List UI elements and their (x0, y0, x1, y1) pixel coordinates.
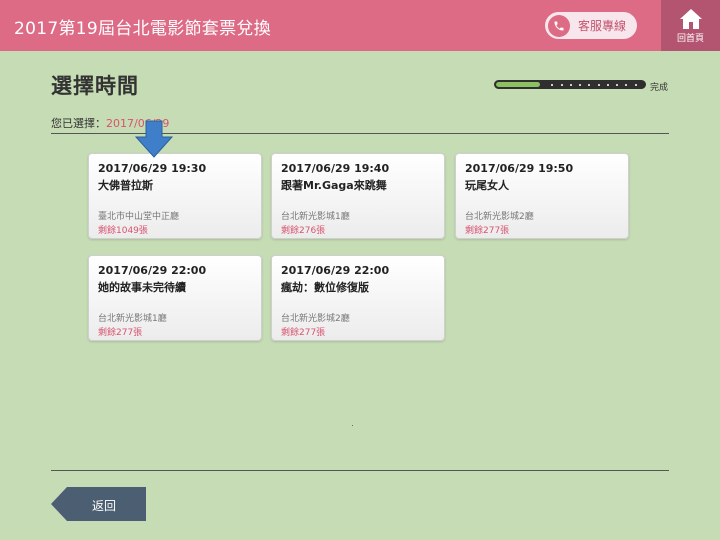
showtime-time: 2017/06/29 19:40 (281, 162, 390, 175)
showtime-card[interactable]: 2017/06/29 19:40 跟著Mr.Gaga來跳舞 台北新光影城1廳 剩… (271, 153, 445, 239)
phone-icon (548, 14, 570, 37)
showtime-venue: 台北新光影城1廳 (98, 314, 167, 324)
progress-label: 完成 (650, 83, 669, 93)
showtime-movie: 她的故事未完待續 (98, 281, 186, 294)
showtime-remaining: 剩餘277張 (281, 328, 326, 338)
showtime-time: 2017/06/29 19:30 (98, 162, 207, 175)
customer-service-label: 客服專線 (578, 19, 627, 33)
showtime-venue: 台北新光影城2廳 (281, 314, 350, 324)
home-icon (679, 9, 702, 29)
showtime-card[interactable]: 2017/06/29 22:00 她的故事未完待續 台北新光影城1廳 剩餘277… (88, 255, 262, 341)
home-button[interactable]: 回首頁 (661, 0, 720, 51)
page-title: 選擇時間 (51, 74, 139, 98)
showtime-venue: 台北新光影城2廳 (465, 212, 534, 222)
selected-prefix: 您已選擇： (51, 117, 106, 130)
showtime-time: 2017/06/29 22:00 (281, 264, 390, 277)
back-button[interactable]: 返回 (51, 487, 146, 521)
arrow-down-icon (135, 120, 173, 158)
top-bar: 2017第19屆台北電影節套票兌換 客服專線 回首頁 (0, 0, 720, 51)
showtime-card[interactable]: 2017/06/29 22:00 瘋劫：數位修復版 台北新光影城2廳 剩餘277… (271, 255, 445, 341)
showtime-venue: 台北新光影城1廳 (281, 212, 350, 222)
showtime-remaining: 剩餘1049張 (98, 226, 148, 236)
showtime-venue: 臺北市中山堂中正廳 (98, 212, 180, 222)
showtime-card[interactable]: 2017/06/29 19:30 大佛普拉斯 臺北市中山堂中正廳 剩餘1049張 (88, 153, 262, 239)
showtime-remaining: 剩餘277張 (98, 328, 143, 338)
showtime-movie: 玩尾女人 (465, 179, 509, 192)
showtime-time: 2017/06/29 19:50 (465, 162, 574, 175)
app-title: 2017第19屆台北電影節套票兌換 (14, 19, 271, 39)
customer-service-button[interactable]: 客服專線 (545, 12, 637, 39)
showtime-time: 2017/06/29 22:00 (98, 264, 207, 277)
showtime-card[interactable]: 2017/06/29 19:50 玩尾女人 台北新光影城2廳 剩餘277張 (455, 153, 629, 239)
progress-bar (494, 80, 646, 89)
home-label: 回首頁 (676, 34, 704, 44)
divider-bottom (51, 470, 669, 471)
showtime-remaining: 剩餘276張 (281, 226, 326, 236)
stray-dot (352, 425, 353, 426)
showtime-movie: 瘋劫：數位修復版 (281, 281, 369, 294)
showtime-movie: 大佛普拉斯 (98, 179, 153, 192)
showtime-movie: 跟著Mr.Gaga來跳舞 (281, 179, 387, 192)
progress-steps (496, 82, 644, 87)
back-label: 返回 (92, 499, 117, 513)
showtime-remaining: 剩餘277張 (465, 226, 510, 236)
